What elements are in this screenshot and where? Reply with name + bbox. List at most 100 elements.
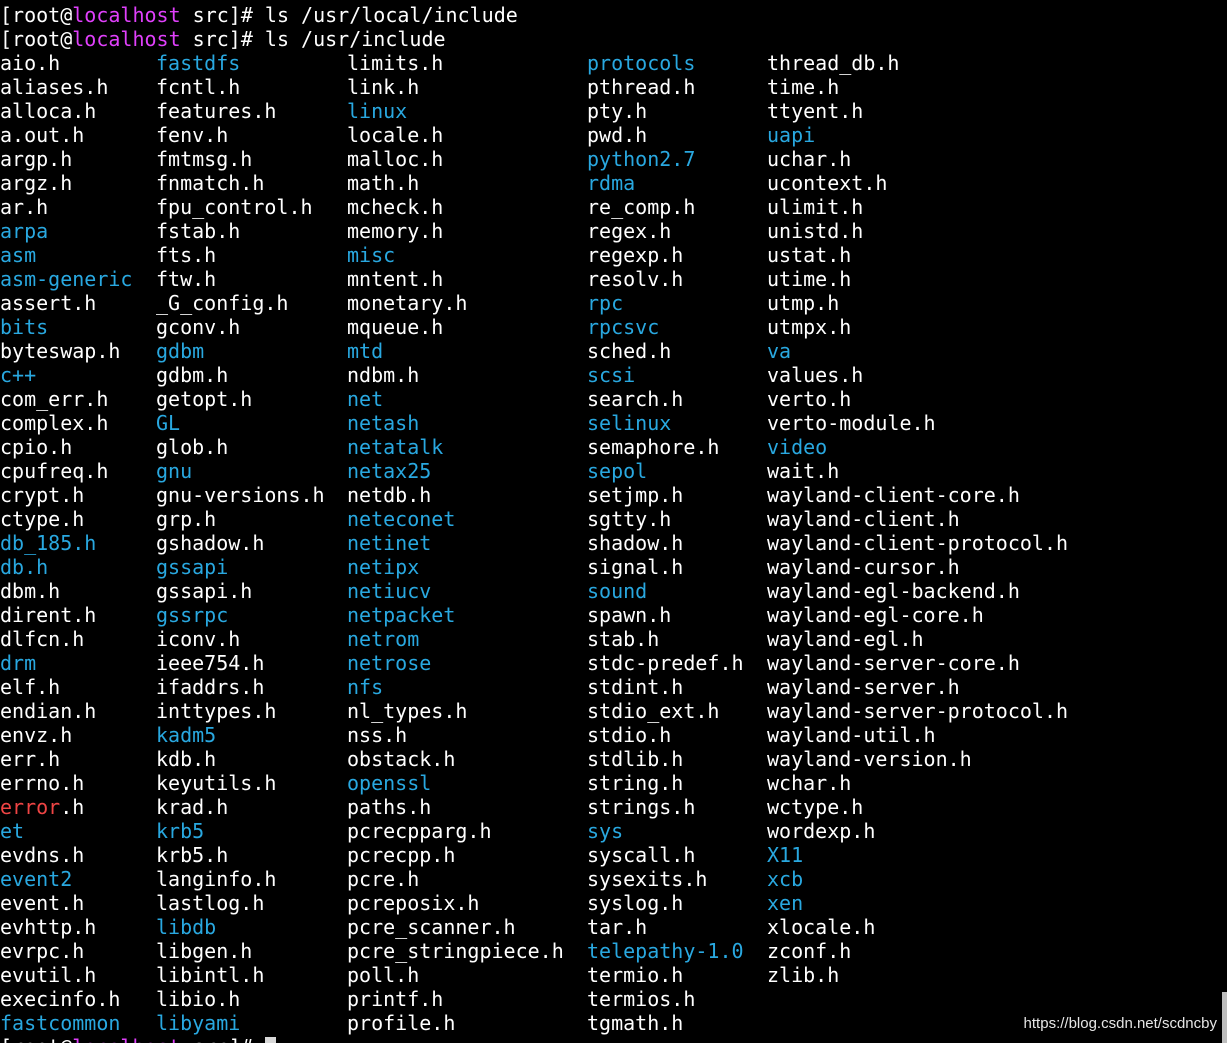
list-item: a.out.h: [0, 123, 132, 147]
file-name: re_comp.h: [587, 195, 696, 219]
list-item: mcheck.h: [347, 195, 564, 219]
file-name: glob.h: [156, 435, 229, 459]
file-name: sysexits.h: [587, 867, 708, 891]
file-name: thread_db.h: [767, 51, 900, 75]
list-item: neteconet: [347, 507, 564, 531]
directory-name: sys: [587, 819, 624, 843]
directory-name: rpc: [587, 291, 624, 315]
list-item: signal.h: [587, 555, 744, 579]
list-item: unistd.h: [767, 219, 1068, 243]
list-item: fenv.h: [156, 123, 325, 147]
scrollbar-thumb[interactable]: [1222, 992, 1227, 1043]
list-item: netiucv: [347, 579, 564, 603]
list-item: xlocale.h: [767, 915, 1068, 939]
directory-name: libdb: [156, 915, 217, 939]
list-item: grp.h: [156, 507, 325, 531]
list-item: wayland-egl-backend.h: [767, 579, 1068, 603]
list-item: _G_config.h: [156, 291, 325, 315]
list-item: stdint.h: [587, 675, 744, 699]
list-item: openssl: [347, 771, 564, 795]
list-item: telepathy-1.0: [587, 939, 744, 963]
list-item: obstack.h: [347, 747, 564, 771]
terminal-window[interactable]: [root@localhost src]# ls /usr/local/incl…: [0, 0, 1227, 1043]
file-name: ttyent.h: [767, 99, 864, 123]
directory-name: misc: [347, 243, 396, 267]
directory-name: netrom: [347, 627, 420, 651]
list-item: bits: [0, 315, 132, 339]
file-name: gnu-versions.h: [156, 483, 325, 507]
directory-name: linux: [347, 99, 408, 123]
file-name: fnmatch.h: [156, 171, 265, 195]
directory-name: netatalk: [347, 435, 444, 459]
file-name: wait.h: [767, 459, 840, 483]
list-item: c++: [0, 363, 132, 387]
file-name: wayland-server-core.h: [767, 651, 1020, 675]
list-item: fastcommon: [0, 1011, 132, 1035]
list-item: nfs: [347, 675, 564, 699]
list-item: resolv.h: [587, 267, 744, 291]
list-item: poll.h: [347, 963, 564, 987]
directory-name: mtd: [347, 339, 384, 363]
list-item: setjmp.h: [587, 483, 744, 507]
directory-name: krb5: [156, 819, 205, 843]
directory-name: netiucv: [347, 579, 432, 603]
list-item: linux: [347, 99, 564, 123]
prompt-line-3[interactable]: [root@localhost src]#: [0, 1035, 276, 1043]
list-item: gssrpc: [156, 603, 325, 627]
list-item: krb5: [156, 819, 325, 843]
list-item: mtd: [347, 339, 564, 363]
list-item: gshadow.h: [156, 531, 325, 555]
list-item: errno.h: [0, 771, 132, 795]
list-item: keyutils.h: [156, 771, 325, 795]
list-item: wayland-util.h: [767, 723, 1068, 747]
list-item: gdbm.h: [156, 363, 325, 387]
directory-name: va: [767, 339, 792, 363]
list-item: ifaddrs.h: [156, 675, 325, 699]
list-item: aliases.h: [0, 75, 132, 99]
file-name: evdns.h: [0, 843, 85, 867]
list-item: monetary.h: [347, 291, 564, 315]
list-item: libyami: [156, 1011, 325, 1035]
list-item: ttyent.h: [767, 99, 1068, 123]
directory-name: netax25: [347, 459, 432, 483]
directory-name: uapi: [767, 123, 816, 147]
file-name: ar.h: [0, 195, 49, 219]
file-name: tar.h: [587, 915, 648, 939]
file-name: libintl.h: [156, 963, 265, 987]
prompt-user: [root@: [0, 3, 73, 27]
prompt-user: [root@: [0, 1035, 72, 1043]
list-item: fts.h: [156, 243, 325, 267]
list-item: regex.h: [587, 219, 744, 243]
file-name: signal.h: [587, 555, 684, 579]
directory-name: drm: [0, 651, 37, 675]
list-item: gnu-versions.h: [156, 483, 325, 507]
list-item: spawn.h: [587, 603, 744, 627]
file-name: xlocale.h: [767, 915, 876, 939]
list-item: argz.h: [0, 171, 132, 195]
file-name: monetary.h: [347, 291, 468, 315]
file-name: wayland-egl.h: [767, 627, 924, 651]
file-name: ustat.h: [767, 243, 852, 267]
directory-name: netrose: [347, 651, 432, 675]
list-item: uchar.h: [767, 147, 1068, 171]
list-item: wayland-egl.h: [767, 627, 1068, 651]
list-item: scsi: [587, 363, 744, 387]
directory-name: event2: [0, 867, 73, 891]
file-name: termios.h: [587, 987, 696, 1011]
directory-name: arpa: [0, 219, 49, 243]
file-name: ulimit.h: [767, 195, 864, 219]
list-item: event2: [0, 867, 132, 891]
list-item: wayland-server-protocol.h: [767, 699, 1068, 723]
list-item: re_comp.h: [587, 195, 744, 219]
listing-column-5: thread_db.h time.h ttyent.h uapi uchar.h ucon…: [767, 51, 1068, 987]
directory-name: libyami: [156, 1011, 241, 1035]
list-item: kdb.h: [156, 747, 325, 771]
prompt-line-2: [root@localhost src]# ls /usr/include: [0, 27, 446, 51]
listing-column-1: aio.h aliases.h alloca.h a.out.h argp.h argz.…: [0, 51, 132, 1035]
list-item: iconv.h: [156, 627, 325, 651]
file-name: fenv.h: [156, 123, 229, 147]
list-item: sound: [587, 579, 744, 603]
file-name: grp.h: [156, 507, 217, 531]
list-item: gssapi.h: [156, 579, 325, 603]
list-item: GL: [156, 411, 325, 435]
